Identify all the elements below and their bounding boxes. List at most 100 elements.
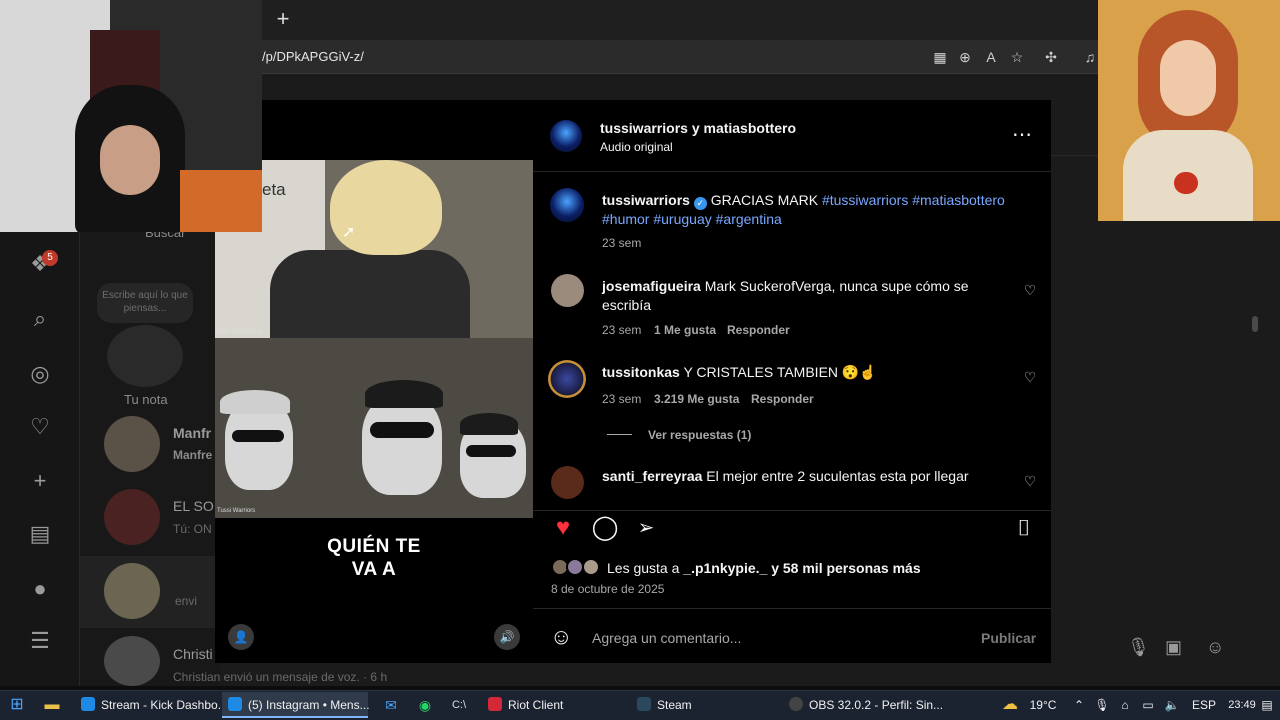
caption-block: tussiwarriors ✓ GRACIAS MARK #tussiwarri… [602, 191, 1022, 229]
comment-user[interactable]: santi_ferreyraa [602, 468, 702, 484]
reply-button[interactable]: Responder [751, 392, 814, 406]
tray-chevron-icon[interactable]: ⌃ [1071, 692, 1087, 718]
more-options-icon[interactable]: ⋯ [1012, 122, 1032, 147]
scrollbar-thumb[interactable] [1252, 316, 1258, 332]
share-icon[interactable]: ➢ [632, 514, 660, 542]
post-header [533, 100, 1051, 172]
video-masked-person [362, 395, 442, 495]
taskbar-item-obs[interactable]: OBS 32.0.2 - Perfil: Sin... [783, 692, 943, 718]
taskbar-item-kick[interactable]: Stream - Kick Dashbo... [75, 692, 228, 718]
url-text[interactable]: /p/DPkAPGGiV-z/ [262, 49, 364, 64]
chat-name[interactable]: Christi [173, 646, 213, 662]
note-bubble[interactable]: Escribe aquí lo que piensas... [97, 283, 193, 323]
volume-tray-icon[interactable]: 🔈 [1163, 692, 1181, 718]
terminal-icon[interactable]: C:\ [448, 692, 470, 718]
comment-input[interactable]: Agrega un comentario... [592, 630, 741, 646]
apps-icon[interactable]: ▦ [930, 47, 950, 67]
comment-body: santi_ferreyraa El mejor entre 2 suculen… [602, 468, 1002, 484]
comment-user[interactable]: tussitonkas [602, 364, 680, 380]
comment-icon[interactable]: ◯ [591, 514, 619, 542]
media-icon[interactable]: ♫ [1080, 47, 1100, 67]
taskbar-item-riot[interactable]: Riot Client [482, 692, 624, 718]
caption-user[interactable]: tussiwarriors [602, 192, 690, 208]
comment-likes[interactable]: 1 Me gusta [654, 323, 716, 337]
comment-avatar[interactable] [551, 274, 584, 307]
favorite-star-icon[interactable]: ☆ [1007, 47, 1027, 67]
comment-like-heart-icon[interactable]: ♡ [1022, 369, 1038, 385]
divider [533, 510, 1051, 511]
chat-avatar[interactable] [104, 416, 160, 472]
publish-button[interactable]: Publicar [981, 630, 1036, 646]
post-authors[interactable]: tussiwarriors y matiasbottero [600, 120, 796, 136]
comment-text: El mejor entre 2 suculentas esta por lle… [706, 468, 969, 484]
post-audio[interactable]: Audio original [600, 140, 673, 154]
view-replies-button[interactable]: Ver respuestas (1) [648, 428, 751, 442]
dashboard-icon[interactable]: ▤ [26, 520, 54, 548]
caption-avatar[interactable] [550, 188, 584, 222]
create-plus-icon[interactable]: + [26, 467, 54, 495]
mail-icon[interactable]: ✉ [380, 692, 402, 718]
note-avatar[interactable] [107, 325, 183, 387]
likes-user[interactable]: _.p1nkypie._ [683, 560, 767, 576]
notifications-heart-icon[interactable]: ♡ [26, 413, 54, 441]
overlay-line: QUIÉN TE [327, 536, 421, 557]
video-sunglasses [466, 445, 516, 457]
sticker-icon[interactable]: ☺ [1206, 637, 1224, 658]
emoji-icon[interactable]: ☺ [550, 624, 572, 650]
language-indicator[interactable]: ESP [1190, 692, 1218, 718]
caption-hashtags[interactable]: #tussiwarriors #matiasbottero [822, 192, 1005, 208]
reply-button[interactable]: Responder [727, 323, 790, 337]
explore-icon[interactable]: ◎ [26, 360, 54, 388]
weather-icon[interactable]: ☁ [997, 692, 1023, 718]
notification-center-icon[interactable]: ▤ [1258, 692, 1276, 718]
search-icon[interactable]: ⌕ [26, 305, 54, 333]
menu-icon[interactable]: ☰ [26, 627, 54, 655]
profile-icon[interactable]: ● [26, 575, 54, 603]
chat-preview: envi [175, 594, 198, 608]
extensions-icon[interactable]: ✣ [1041, 47, 1061, 67]
cursor-icon: ➚ [342, 224, 356, 241]
comment-user[interactable]: josemafigueira [602, 278, 701, 294]
taskbar-item-steam[interactable]: Steam [631, 692, 776, 718]
author-avatar[interactable] [550, 120, 582, 152]
like-heart-icon[interactable]: ♥ [549, 514, 577, 542]
chat-name[interactable]: Manfr [173, 425, 211, 441]
comment-text: Mark SuckerofVerga, nunca supe cómo se [704, 278, 969, 294]
comment-likes[interactable]: 3.219 Me gusta [654, 392, 739, 406]
tagged-users-icon[interactable]: 👤 [228, 624, 254, 650]
portrait-heart [1174, 172, 1198, 194]
liker-avatar[interactable] [582, 558, 600, 576]
save-bookmark-icon[interactable]: ⌷ [1010, 514, 1038, 542]
comment-avatar[interactable] [551, 466, 584, 499]
microphone-icon[interactable]: 🎙 [1127, 637, 1150, 658]
caption-time: 23 sem [602, 236, 642, 250]
network-icon[interactable]: ⌂ [1116, 692, 1134, 718]
zoom-icon[interactable]: ⊕ [955, 47, 975, 67]
file-explorer-icon[interactable]: ▬ [40, 692, 64, 718]
microphone-tray-icon[interactable]: 🎙 [1094, 692, 1110, 718]
chat-avatar[interactable] [104, 489, 160, 545]
comment-like-heart-icon[interactable]: ♡ [1022, 282, 1038, 298]
caption-hashtags[interactable]: #humor #uruguay #argentina [602, 211, 782, 227]
windows-start-icon[interactable]: ⊞ [6, 692, 28, 718]
clock[interactable]: 23:49 [1224, 692, 1260, 718]
whatsapp-icon[interactable]: ◉ [414, 692, 436, 718]
taskbar-item-instagram[interactable]: (5) Instagram • Mens... [222, 692, 370, 718]
display-icon[interactable]: ▭ [1139, 692, 1157, 718]
video-overlay-text: QUIÉN TE VA A [300, 535, 448, 581]
video-sunglasses [370, 422, 434, 438]
chat-preview: Tú: ON [173, 522, 212, 536]
read-aloud-icon[interactable]: A [981, 47, 1001, 67]
comment-body: josemafigueira Mark SuckerofVerga, nunca… [602, 277, 1002, 315]
chat-avatar[interactable] [104, 563, 160, 619]
new-tab-button[interactable]: + [272, 8, 294, 30]
webcam-person-face [100, 125, 160, 195]
weather-temperature[interactable]: 19°C [1026, 692, 1060, 718]
volume-icon[interactable]: 🔊 [494, 624, 520, 650]
likes-summary[interactable]: Les gusta a _.p1nkypie._ y 58 mil person… [607, 560, 921, 576]
comment-avatar[interactable] [548, 360, 586, 398]
chat-name[interactable]: EL SO [173, 498, 214, 514]
image-icon[interactable]: ▣ [1165, 637, 1182, 658]
comment-like-heart-icon[interactable]: ♡ [1022, 473, 1038, 489]
chat-avatar[interactable] [104, 636, 160, 686]
